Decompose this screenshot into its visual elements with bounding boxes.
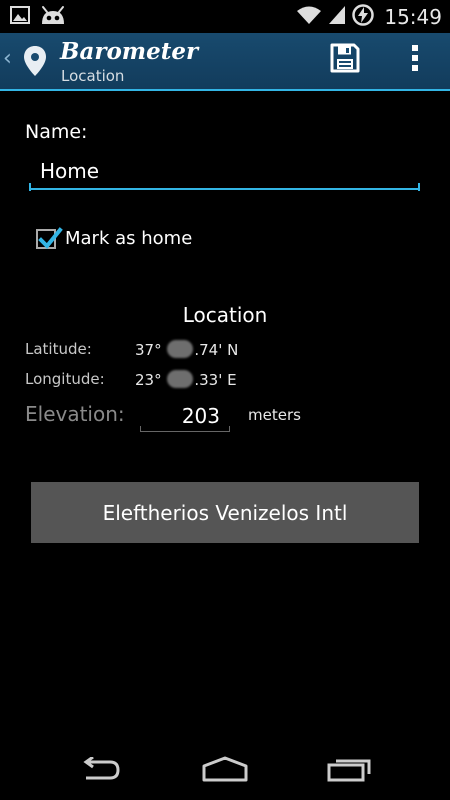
- location-pin-icon[interactable]: [22, 45, 48, 77]
- redacted-blur: [167, 370, 194, 388]
- app-subtitle: Location: [61, 67, 125, 85]
- android-cyanogen-icon: [40, 5, 66, 29]
- nearest-airport-button[interactable]: Eleftherios Venizelos Intl: [31, 482, 419, 543]
- elevation-label: Elevation:: [25, 402, 125, 426]
- action-bar: ‹ Barometer Location: [0, 33, 450, 91]
- longitude-label: Longitude:: [25, 370, 105, 388]
- recents-button[interactable]: [320, 754, 380, 788]
- status-clock: 15:49: [384, 5, 442, 29]
- name-input-edge-right: [418, 183, 420, 191]
- up-caret-icon[interactable]: ‹: [3, 48, 12, 70]
- save-icon: [330, 43, 360, 77]
- longitude-value: 23° .33' E: [135, 370, 237, 389]
- latitude-value: 37° .74' N: [135, 340, 239, 359]
- back-icon: [78, 755, 122, 785]
- image-icon: [10, 6, 30, 28]
- elevation-input-edge-right: [229, 426, 230, 432]
- elevation-unit: meters: [248, 406, 301, 424]
- save-button[interactable]: [326, 41, 364, 79]
- app-title: Barometer: [60, 38, 199, 65]
- elevation-input[interactable]: [140, 400, 230, 432]
- recents-icon: [327, 756, 373, 786]
- mark-as-home-checkbox[interactable]: [36, 226, 63, 249]
- mark-as-home-label[interactable]: Mark as home: [65, 228, 192, 249]
- battery-charging-icon: [352, 4, 375, 30]
- redacted-blur: [167, 340, 194, 358]
- navigation-bar: [0, 740, 450, 800]
- status-bar: 15:49: [0, 0, 450, 33]
- overflow-menu-button[interactable]: [400, 41, 430, 79]
- back-button[interactable]: [70, 754, 130, 788]
- elevation-input-edge-left: [140, 426, 141, 432]
- home-icon: [201, 756, 249, 786]
- name-label: Name:: [25, 121, 88, 143]
- checkmark-icon: [38, 226, 63, 249]
- overflow-menu-icon: [411, 44, 419, 76]
- mark-as-home-checkbox-row[interactable]: Mark as home: [36, 226, 192, 249]
- home-button[interactable]: [195, 754, 255, 788]
- signal-icon: [328, 5, 346, 29]
- name-input-edge-left: [29, 183, 31, 191]
- name-input[interactable]: [29, 154, 420, 190]
- latitude-label: Latitude:: [25, 340, 92, 358]
- location-section-title: Location: [182, 303, 268, 327]
- wifi-icon: [296, 5, 322, 29]
